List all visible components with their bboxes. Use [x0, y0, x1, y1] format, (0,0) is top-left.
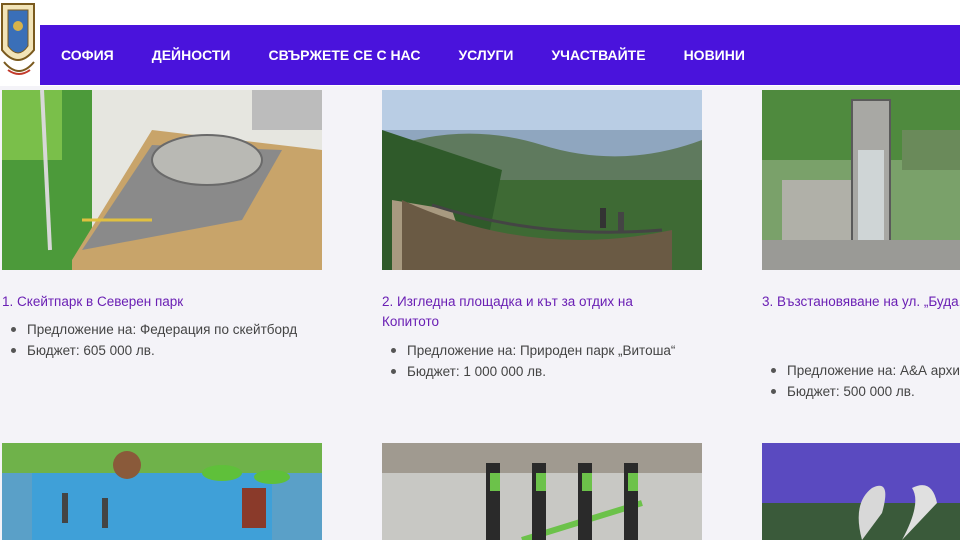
project-proposer: Предложение на: Федерация по скейтборд [2, 319, 342, 340]
sofia-coat-of-arms-logo[interactable] [0, 0, 38, 84]
project-details-list: Предложение на: Природен парк „Витоша“ Б… [382, 340, 722, 382]
project-budget: Бюджет: 500 000 лв. [762, 381, 960, 402]
project-proposer: Предложение на: А&А архи... [762, 360, 960, 381]
project-title-link[interactable]: 3. Възстановяване на ул. „Буда... „Моско… [762, 292, 960, 312]
project-proposer: Предложение на: Природен парк „Витоша“ [382, 340, 722, 361]
main-navigation: СОФИЯ ДЕЙНОСТИ СВЪРЖЕТЕ СЕ С НАС УСЛУГИ … [40, 25, 960, 85]
skatepark-render-image[interactable] [2, 90, 322, 270]
nav-item-participate[interactable]: УЧАСТВАЙТЕ [551, 47, 645, 63]
nav-item-activities[interactable]: ДЕЙНОСТИ [152, 47, 231, 63]
nav-item-news[interactable]: НОВИНИ [684, 47, 745, 63]
project-details-list: Предложение на: Федерация по скейтборд Б… [2, 319, 342, 361]
project-title-link[interactable]: 1. Скейтпарк в Северен парк [2, 292, 292, 312]
nav-item-contact[interactable]: СВЪРЖЕТЕ СЕ С НАС [268, 47, 420, 63]
nav-item-services[interactable]: УСЛУГИ [458, 47, 513, 63]
elevator-street-photo[interactable] [762, 90, 960, 270]
outdoor-fitness-render-image[interactable] [2, 443, 322, 540]
project-details-list: Предложение на: А&А архи... Бюджет: 500 … [762, 360, 960, 402]
sculpture-photo[interactable] [762, 443, 960, 540]
nav-item-sofia[interactable]: СОФИЯ [61, 47, 114, 63]
project-budget: Бюджет: 605 000 лв. [2, 340, 342, 361]
electric-scooters-photo[interactable] [382, 443, 702, 540]
project-title-link[interactable]: 2. Изгледна площадка и кът за отдих на К… [382, 292, 672, 332]
viewpoint-platform-photo[interactable] [382, 90, 702, 270]
project-budget: Бюджет: 1 000 000 лв. [382, 361, 722, 382]
site-header: СОФИЯ ДЕЙНОСТИ СВЪРЖЕТЕ СЕ С НАС УСЛУГИ … [0, 0, 960, 86]
